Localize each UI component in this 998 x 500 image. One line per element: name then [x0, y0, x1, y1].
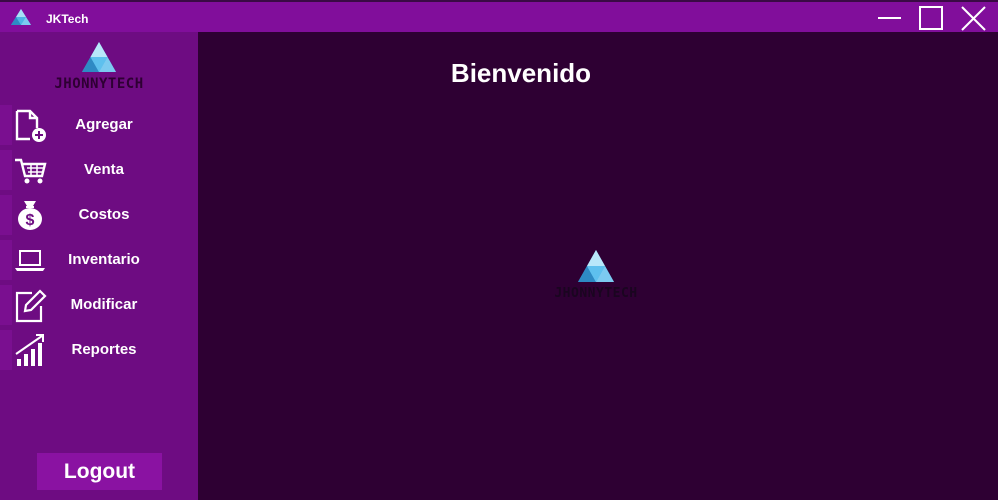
center-logo: JHONNYTECH — [540, 248, 652, 304]
chart-growth-icon — [12, 332, 48, 368]
sidebar-item-costos[interactable]: $ Costos — [0, 195, 198, 235]
window-title: JKTech — [46, 12, 89, 26]
sidebar-item-label: Venta — [83, 161, 125, 178]
sidebar-item-accent — [0, 285, 12, 325]
logout-button[interactable]: Logout — [37, 453, 162, 490]
sidebar-item-modificar[interactable]: Modificar — [0, 285, 198, 325]
sidebar-item-label: Modificar — [70, 296, 138, 313]
maximize-icon — [919, 6, 943, 30]
center-logo-text: JHONNYTECH — [554, 286, 638, 301]
minimize-button[interactable] — [874, 4, 904, 32]
brand-logo-text: JHONNYTECH — [54, 76, 144, 92]
maximize-button[interactable] — [916, 4, 946, 32]
sidebar-item-inventario[interactable]: Inventario — [0, 240, 198, 280]
sidebar-item-label: Reportes — [71, 341, 137, 358]
close-icon — [961, 6, 986, 31]
sidebar-item-agregar[interactable]: Agregar — [0, 105, 198, 145]
cart-icon — [12, 152, 48, 188]
title-bar: JKTech — [0, 0, 998, 32]
sidebar-item-accent — [0, 105, 12, 145]
edit-icon — [12, 287, 48, 323]
laptop-icon — [12, 242, 48, 278]
minimize-icon — [878, 17, 901, 19]
sidebar-item-label: Costos — [78, 206, 130, 223]
sidebar-item-label: Agregar — [75, 116, 133, 133]
money-bag-icon: $ — [12, 197, 48, 233]
triangle-logo-icon — [578, 250, 614, 282]
triangle-logo-icon — [10, 8, 32, 26]
sidebar-item-accent — [0, 195, 12, 235]
brand-logo: JHONNYTECH — [46, 40, 152, 95]
sidebar-item-label: Inventario — [68, 251, 140, 268]
sidebar: JHONNYTECH Agregar Venta $ Costos Invent… — [0, 32, 198, 500]
sidebar-item-accent — [0, 330, 12, 370]
main-content: Bienvenido JHONNYTECH — [198, 32, 998, 500]
page-title: Bienvenido — [450, 58, 592, 88]
sidebar-item-accent — [0, 240, 12, 280]
add-file-icon — [12, 107, 48, 143]
triangle-logo-icon — [82, 42, 116, 72]
sidebar-item-venta[interactable]: Venta — [0, 150, 198, 190]
sidebar-item-reportes[interactable]: Reportes — [0, 330, 198, 370]
svg-text:$: $ — [26, 212, 35, 229]
sidebar-item-accent — [0, 150, 12, 190]
close-button[interactable] — [958, 4, 988, 32]
